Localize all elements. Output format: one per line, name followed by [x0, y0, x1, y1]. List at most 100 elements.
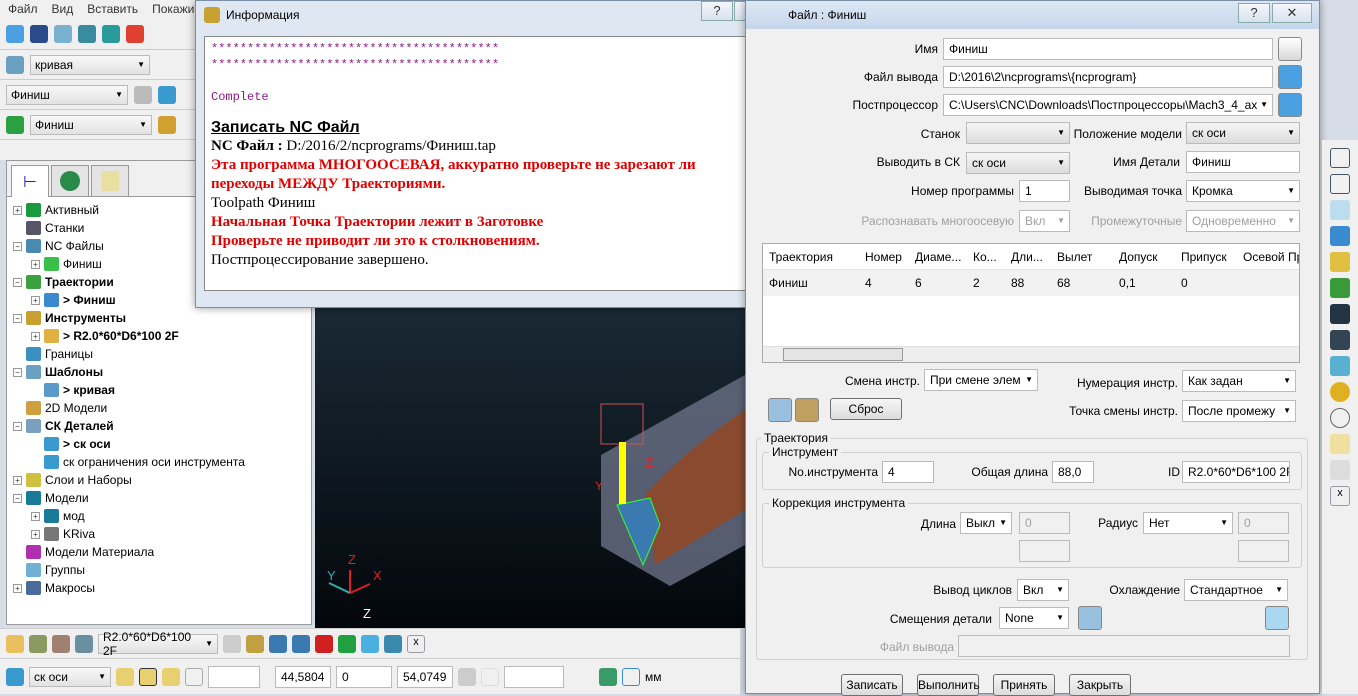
total-length-input[interactable]: 88,0: [1052, 461, 1094, 483]
tree-item[interactable]: + KRiva: [13, 525, 311, 543]
output-point-select[interactable]: Кромка: [1186, 180, 1300, 202]
tree-item[interactable]: − Модели: [13, 489, 311, 507]
close-button[interactable]: ✕: [1272, 3, 1312, 23]
tree-item[interactable]: Границы: [13, 345, 311, 363]
wireframe-icon[interactable]: [1330, 408, 1350, 428]
refresh-icon[interactable]: [1330, 278, 1350, 298]
write-button[interactable]: Записать: [841, 674, 903, 696]
close-dialog-button[interactable]: Закрыть: [1069, 674, 1131, 696]
tool-assembly-icon[interactable]: [75, 634, 93, 653]
grid-icon[interactable]: [185, 667, 203, 686]
expand-toggle[interactable]: +: [13, 205, 22, 215]
execute-button[interactable]: Выполнить: [917, 674, 980, 696]
pattern-icon[interactable]: [384, 634, 402, 653]
tree-item[interactable]: + мод: [13, 507, 311, 525]
tab-globe[interactable]: [51, 165, 89, 197]
column-header[interactable]: Траектория: [763, 250, 859, 264]
part-name-input[interactable]: Финиш: [1186, 151, 1300, 173]
tree-item[interactable]: − СК Деталей: [13, 417, 311, 435]
collision-green-icon[interactable]: [338, 634, 356, 653]
tool-number-input[interactable]: 4: [882, 461, 934, 483]
sphere-icon[interactable]: [1330, 382, 1350, 402]
machine-select[interactable]: [966, 122, 1070, 144]
menu-show[interactable]: Покажи: [152, 2, 194, 16]
tree-item[interactable]: > кривая: [13, 381, 311, 399]
tool-change-point-select[interactable]: После промежу: [1182, 400, 1296, 422]
tree-item[interactable]: + Макросы: [13, 579, 311, 597]
iso-view-icon[interactable]: [1330, 148, 1350, 168]
tree-item[interactable]: 2D Модели: [13, 399, 311, 417]
length-comp-select[interactable]: Выкл: [960, 512, 1012, 534]
ruler-icon[interactable]: [622, 667, 640, 686]
tree-item[interactable]: − Инструменты: [13, 309, 311, 327]
cycles-select[interactable]: Вкл: [1017, 579, 1069, 601]
horizontal-scrollbar[interactable]: [763, 346, 1299, 362]
menu-file[interactable]: Файл: [8, 2, 38, 16]
xyz-list-icon[interactable]: [458, 667, 476, 686]
coord-x[interactable]: 44,5804: [275, 665, 331, 688]
expand-toggle[interactable]: +: [31, 529, 40, 539]
iso-view-2-icon[interactable]: [1330, 174, 1350, 194]
y-axis-icon[interactable]: [139, 667, 157, 686]
open-icon[interactable]: [6, 24, 24, 43]
expand-toggle[interactable]: −: [13, 367, 22, 377]
expand-toggle[interactable]: −: [13, 241, 22, 251]
expand-toggle[interactable]: +: [31, 511, 40, 521]
coord-y[interactable]: 0: [336, 665, 392, 688]
expand-toggle[interactable]: +: [31, 331, 40, 341]
program-number-input[interactable]: 1: [1019, 180, 1070, 202]
abc-123-icon[interactable]: [1265, 606, 1289, 630]
top-view-icon[interactable]: [1330, 226, 1350, 246]
z-axis-icon[interactable]: [162, 667, 180, 686]
tool-workplane-icon[interactable]: [269, 634, 287, 653]
collision-red-icon[interactable]: [315, 634, 333, 653]
expand-toggle[interactable]: −: [13, 277, 22, 287]
block-icon[interactable]: [78, 24, 96, 43]
tool-numbering-select[interactable]: Как задан: [1182, 370, 1296, 392]
folder-icon[interactable]: [1278, 93, 1302, 117]
snap-field[interactable]: [504, 665, 564, 688]
column-header[interactable]: Припуск: [1175, 250, 1237, 264]
3d-viewport[interactable]: Z Y Z Y X Z: [315, 300, 745, 628]
toolpath-combo[interactable]: Финиш ▼: [30, 114, 152, 135]
toolpath-icon[interactable]: [6, 115, 24, 134]
zoom-previous-icon[interactable]: [1330, 252, 1350, 272]
tree-item[interactable]: + Слои и Наборы: [13, 471, 311, 489]
expand-toggle[interactable]: +: [13, 475, 22, 485]
tool-rotate-icon[interactable]: [246, 634, 264, 653]
help-button[interactable]: ?: [701, 1, 733, 21]
x-axis-icon[interactable]: [116, 667, 134, 686]
folder-icon[interactable]: [1278, 65, 1302, 89]
tree-item[interactable]: > ск оси: [13, 435, 311, 453]
tree-item[interactable]: Группы: [13, 561, 311, 579]
tab-recycle[interactable]: [91, 165, 129, 197]
name-input[interactable]: Финиш: [943, 38, 1273, 60]
radius-comp-select[interactable]: Нет: [1143, 512, 1233, 534]
scroll-thumb[interactable]: [783, 348, 903, 361]
column-header[interactable]: Диаме...: [909, 250, 967, 264]
output-file-input[interactable]: D:\2016\2\ncprograms\{ncprogram}: [943, 66, 1273, 88]
stock-icon[interactable]: [223, 634, 241, 653]
column-header[interactable]: Номер: [859, 250, 909, 264]
expand-toggle[interactable]: −: [13, 493, 22, 503]
menu-view[interactable]: Вид: [52, 2, 74, 16]
close-small-icon[interactable]: x: [407, 634, 425, 653]
column-header[interactable]: Вылет: [1051, 250, 1113, 264]
tools-icon[interactable]: [158, 115, 176, 134]
workplane-rotate-icon[interactable]: [158, 85, 176, 104]
front-view-icon[interactable]: [1330, 200, 1350, 220]
close-small-icon[interactable]: x: [1330, 486, 1350, 506]
coord-z[interactable]: 54,0749: [397, 665, 453, 688]
help-button[interactable]: ?: [1238, 3, 1270, 23]
menu-insert[interactable]: Вставить: [87, 2, 138, 16]
tree-item[interactable]: + > R2.0*60*D6*100 2F: [13, 327, 311, 345]
undo-select-icon[interactable]: [1330, 460, 1350, 480]
pattern-icon[interactable]: [6, 55, 24, 74]
pattern-combo[interactable]: кривая ▼: [30, 54, 150, 75]
reset-button[interactable]: Сброс: [830, 398, 902, 420]
column-header[interactable]: Осевой Пр: [1237, 250, 1299, 264]
save-icon[interactable]: [30, 24, 48, 43]
column-header[interactable]: Ко...: [967, 250, 1005, 264]
nc-program-combo[interactable]: Финиш ▼: [6, 84, 128, 105]
tree-item[interactable]: Модели Материала: [13, 543, 311, 561]
